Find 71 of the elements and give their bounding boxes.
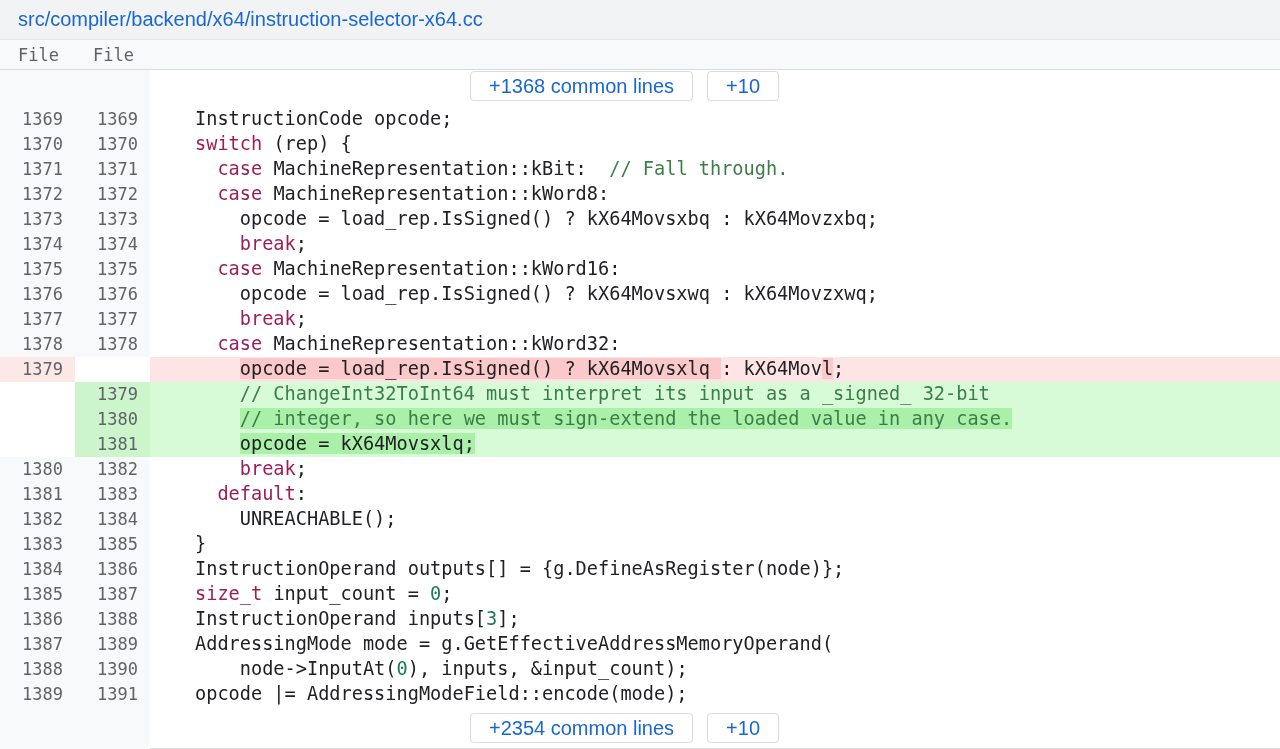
line-number: 1387: [22, 634, 63, 654]
expand-ten-lines-button[interactable]: +10: [707, 713, 780, 743]
column-header: File: [17, 44, 60, 65]
line-number: 1371: [97, 159, 138, 179]
line-number: 1374: [22, 234, 63, 254]
code-line: InstructionCode opcode;: [195, 108, 453, 129]
code-line: case MachineRepresentation::kBit: // Fall through.: [216, 158, 789, 179]
code-line: InstructionOperand inputs[3];: [195, 608, 520, 629]
line-number: 1378: [97, 334, 138, 354]
line-number: 1386: [97, 559, 138, 579]
code-line: UNREACHABLE();: [238, 508, 397, 529]
code-line: opcode = load_rep.IsSigned() ? kX64Movsxbq : kX64Movzxbq;: [238, 208, 878, 229]
line-number: 1387: [97, 584, 138, 604]
expand-ten-lines-button[interactable]: +10: [707, 71, 780, 101]
line-number: 1384: [22, 559, 63, 579]
code-line: size_t input_count = 0;: [195, 583, 453, 604]
line-number: 1380: [97, 409, 138, 429]
code-line: AddressingMode mode = g.GetEffectiveAddressMemoryOperand(: [195, 633, 834, 654]
code-line: case MachineRepresentation::kWord8:: [216, 183, 610, 204]
line-number: 1372: [97, 184, 138, 204]
line-number: 1385: [22, 584, 63, 604]
code-line: break;: [238, 233, 307, 254]
line-number: 1378: [22, 334, 63, 354]
code-line: case MachineRepresentation::kWord32:: [216, 333, 621, 354]
line-number: 1377: [97, 309, 138, 329]
line-number: 1384: [97, 509, 138, 529]
line-number: 1389: [97, 634, 138, 654]
line-number: 1390: [97, 659, 138, 679]
code-line: opcode = load_rep.IsSigned() ? kX64Movsxwq : kX64Movzxwq;: [238, 283, 878, 304]
line-number: 1388: [97, 609, 138, 629]
expand-common-lines-button[interactable]: +2354 common lines: [470, 713, 694, 743]
line-number: 1381: [22, 484, 63, 504]
expand-common-lines-button[interactable]: +1368 common lines: [470, 71, 694, 101]
line-number: 1369: [97, 109, 138, 129]
line-number: 1386: [22, 609, 63, 629]
line-number: 1391: [97, 684, 138, 704]
line-number: 1382: [22, 509, 63, 529]
line-number: 1373: [22, 209, 63, 229]
column-header: File: [92, 44, 135, 65]
line-number: 1381: [97, 434, 138, 454]
code-line: break;: [238, 458, 307, 479]
code-line: default:: [216, 483, 307, 504]
line-number: 1374: [97, 234, 138, 254]
code-line: opcode |= AddressingModeField::encode(mode);: [195, 683, 688, 704]
code-line: node->InputAt(0), inputs, &input_count);: [238, 658, 688, 679]
line-number: 1379: [97, 384, 138, 404]
line-number: 1389: [22, 684, 63, 704]
line-number: 1370: [97, 134, 138, 154]
line-number: 1380: [22, 459, 63, 479]
code-line: InstructionOperand outputs[] = {g.DefineAsRegister(node)};: [195, 558, 845, 579]
code-line: switch (rep) {: [195, 133, 352, 154]
line-number: 1385: [97, 534, 138, 554]
line-number: 1373: [97, 209, 138, 229]
code-line: break;: [238, 308, 307, 329]
line-number: 1370: [22, 134, 63, 154]
line-number: 1383: [97, 484, 138, 504]
code-line: case MachineRepresentation::kWord16:: [216, 258, 621, 279]
code-line: // ChangeInt32ToInt64 must interpret its input as a _signed_ 32-bit: [238, 383, 990, 404]
line-number: 1383: [22, 534, 63, 554]
line-number: 1371: [22, 159, 63, 179]
line-number: 1379: [22, 359, 63, 379]
line-number: 1388: [22, 659, 63, 679]
line-number: 1377: [22, 309, 63, 329]
line-number: 1376: [97, 284, 138, 304]
line-number: 1369: [22, 109, 63, 129]
code-line: }: [195, 533, 207, 554]
line-number: 1376: [22, 284, 63, 304]
line-number: 1382: [97, 459, 138, 479]
line-number: 1375: [97, 259, 138, 279]
line-number: 1375: [22, 259, 63, 279]
line-number: 1372: [22, 184, 63, 204]
